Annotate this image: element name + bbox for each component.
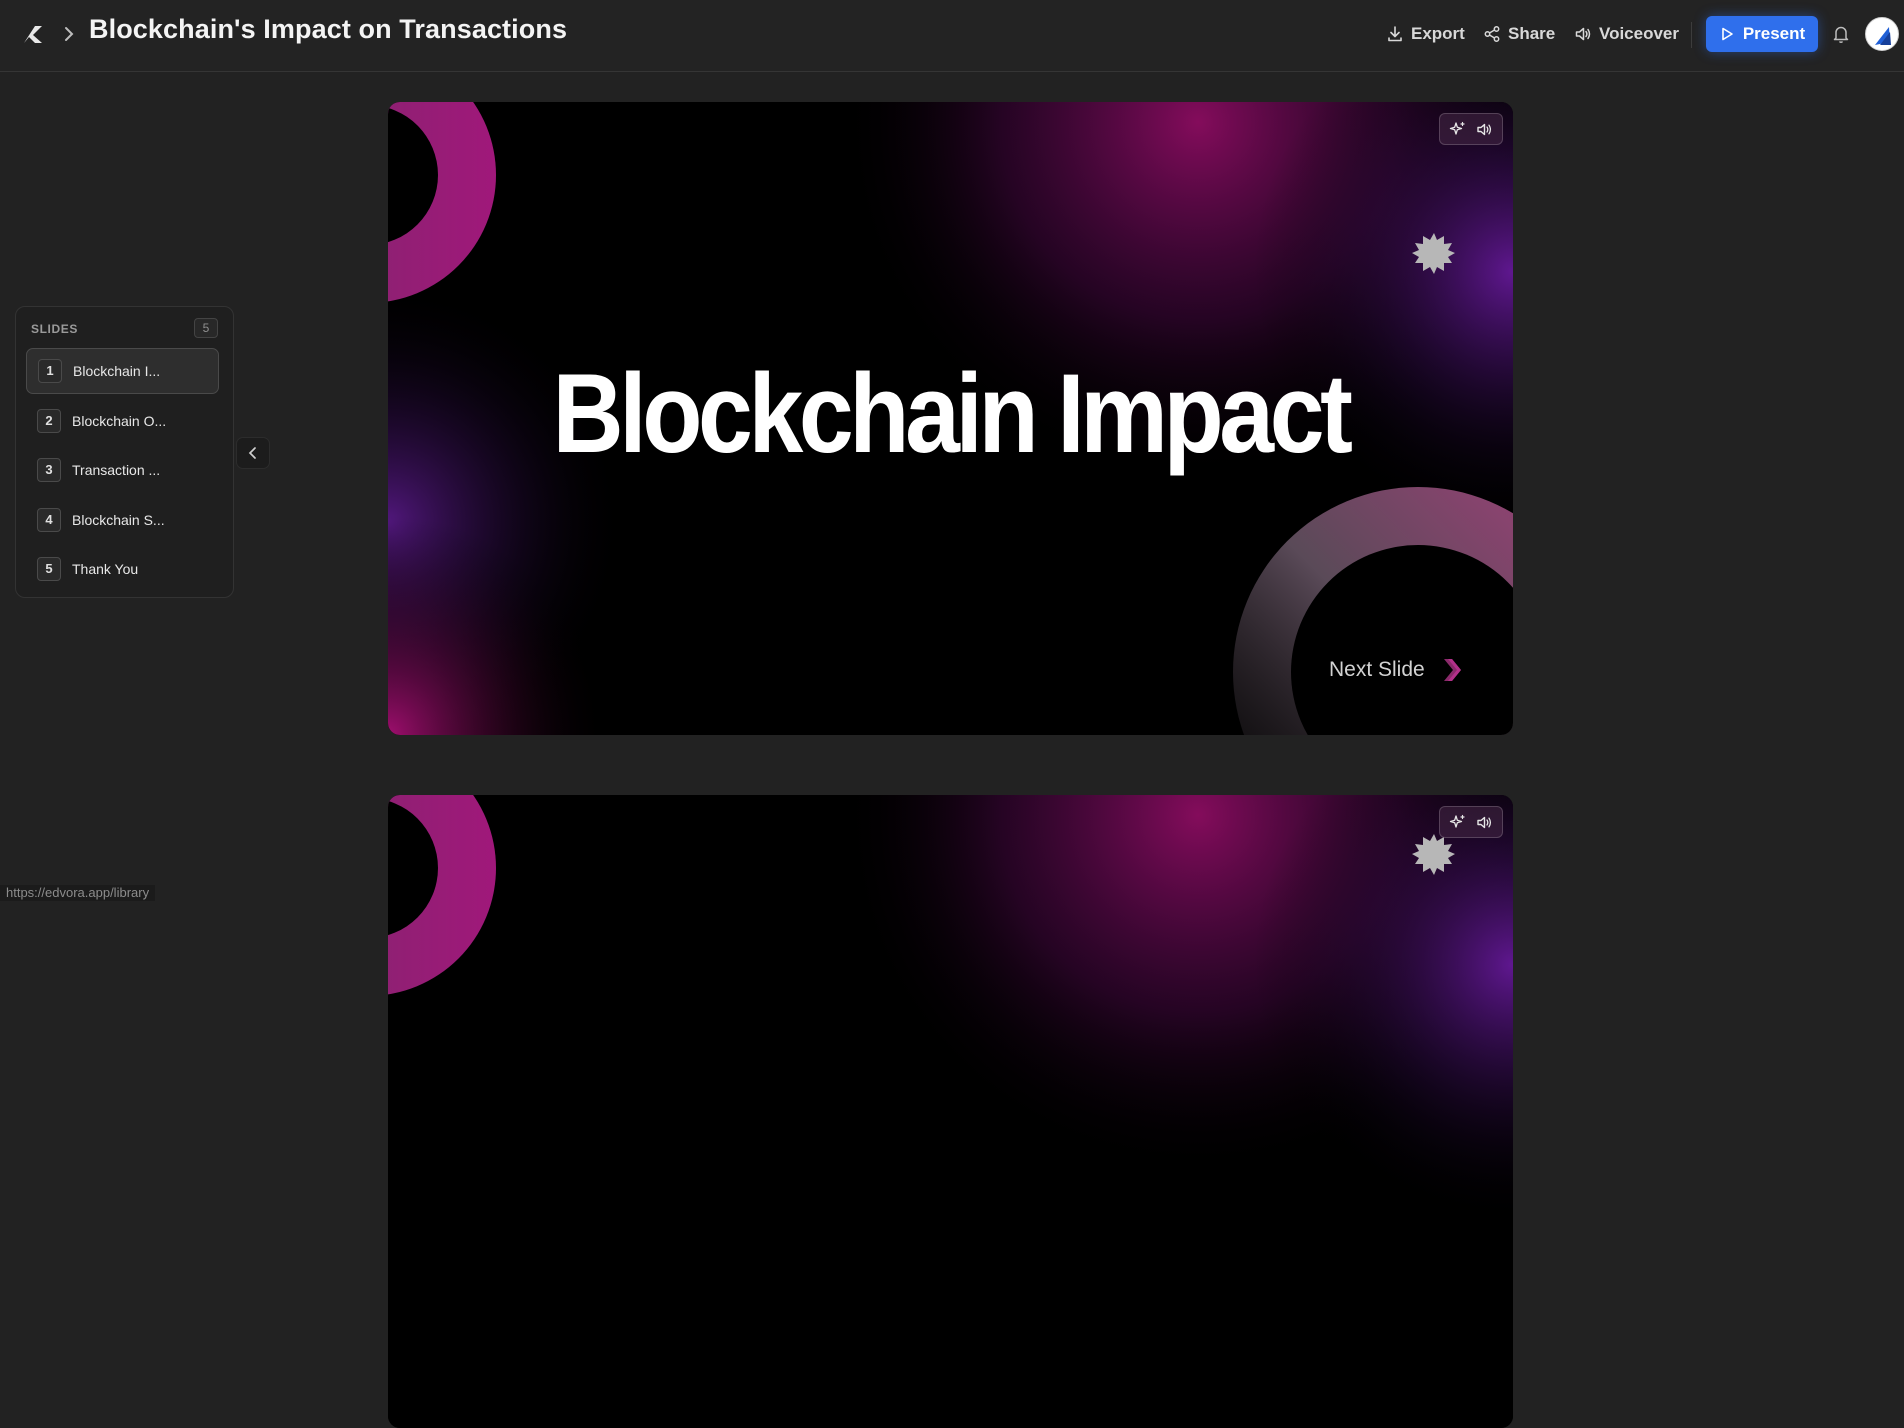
top-bar: Blockchain's Impact on Transactions Expo… bbox=[0, 0, 1904, 72]
slides-heading: SLIDES bbox=[31, 322, 78, 336]
logo-icon[interactable] bbox=[22, 22, 44, 46]
share-label: Share bbox=[1508, 24, 1556, 43]
bell-icon[interactable] bbox=[1832, 24, 1850, 44]
sparkle-icon[interactable] bbox=[1449, 814, 1466, 831]
chevron-left-icon bbox=[248, 447, 256, 459]
document-title[interactable]: Blockchain's Impact on Transactions bbox=[89, 14, 567, 45]
download-icon bbox=[1388, 26, 1402, 42]
slides-count-badge: 5 bbox=[194, 318, 218, 338]
export-button[interactable]: Export bbox=[1386, 20, 1465, 48]
present-label: Present bbox=[1742, 24, 1806, 43]
present-button[interactable]: Present bbox=[1706, 16, 1818, 52]
slide-toolbar bbox=[1439, 806, 1503, 838]
speaker-icon[interactable] bbox=[1476, 121, 1493, 138]
slide-toolbar bbox=[1439, 113, 1503, 145]
sparkle-icon[interactable] bbox=[1449, 121, 1466, 138]
next-slide-label: Next Slide bbox=[1329, 658, 1425, 681]
next-arrow-icon bbox=[1443, 659, 1461, 681]
slide-item-label: Transaction ... bbox=[72, 462, 161, 478]
avatar[interactable] bbox=[1865, 17, 1899, 51]
chevron-right-icon bbox=[65, 27, 74, 41]
slide-number: 1 bbox=[38, 359, 62, 383]
share-button[interactable]: Share bbox=[1483, 20, 1555, 48]
slide-item-1[interactable]: 1 Blockchain I... bbox=[26, 348, 219, 394]
speaker-icon[interactable] bbox=[1476, 814, 1493, 831]
status-bar-url: https://edvora.app/library bbox=[0, 885, 156, 901]
slide-number: 3 bbox=[37, 458, 61, 482]
voiceover-label: Voiceover bbox=[1599, 24, 1680, 43]
slide-background bbox=[388, 795, 1513, 1428]
slide-item-label: Blockchain S... bbox=[72, 512, 165, 528]
slides-panel: SLIDES 5 1 Blockchain I... 2 Blockchain … bbox=[15, 306, 234, 598]
next-slide-button[interactable]: Next Slide bbox=[1329, 656, 1465, 684]
slide-number: 2 bbox=[37, 409, 61, 433]
speaker-icon bbox=[1575, 27, 1591, 41]
slide-title[interactable]: Blockchain Impact bbox=[456, 349, 1446, 478]
slide-item-4[interactable]: 4 Blockchain S... bbox=[26, 497, 219, 543]
slide-number: 4 bbox=[37, 508, 61, 532]
header-divider bbox=[1691, 22, 1692, 48]
slide-canvas[interactable]: Blockchain Impact Next Slide bbox=[388, 102, 1513, 735]
avatar-icon bbox=[1875, 27, 1891, 45]
slide-item-label: Thank You bbox=[72, 561, 139, 577]
voiceover-button[interactable]: Voiceover bbox=[1574, 20, 1679, 48]
slide-item-2[interactable]: 2 Blockchain O... bbox=[26, 398, 219, 444]
collapse-panel-button[interactable] bbox=[236, 437, 270, 469]
play-icon bbox=[1722, 27, 1733, 41]
slide-item-3[interactable]: 3 Transaction ... bbox=[26, 447, 219, 493]
slide-item-label: Blockchain I... bbox=[73, 363, 161, 379]
slide-number: 5 bbox=[37, 557, 61, 581]
export-label: Export bbox=[1411, 24, 1465, 43]
slide-item-5[interactable]: 5 Thank You bbox=[26, 546, 219, 592]
share-icon bbox=[1484, 26, 1500, 42]
slide-item-label: Blockchain O... bbox=[72, 413, 167, 429]
slide-canvas-2[interactable] bbox=[388, 795, 1513, 1428]
